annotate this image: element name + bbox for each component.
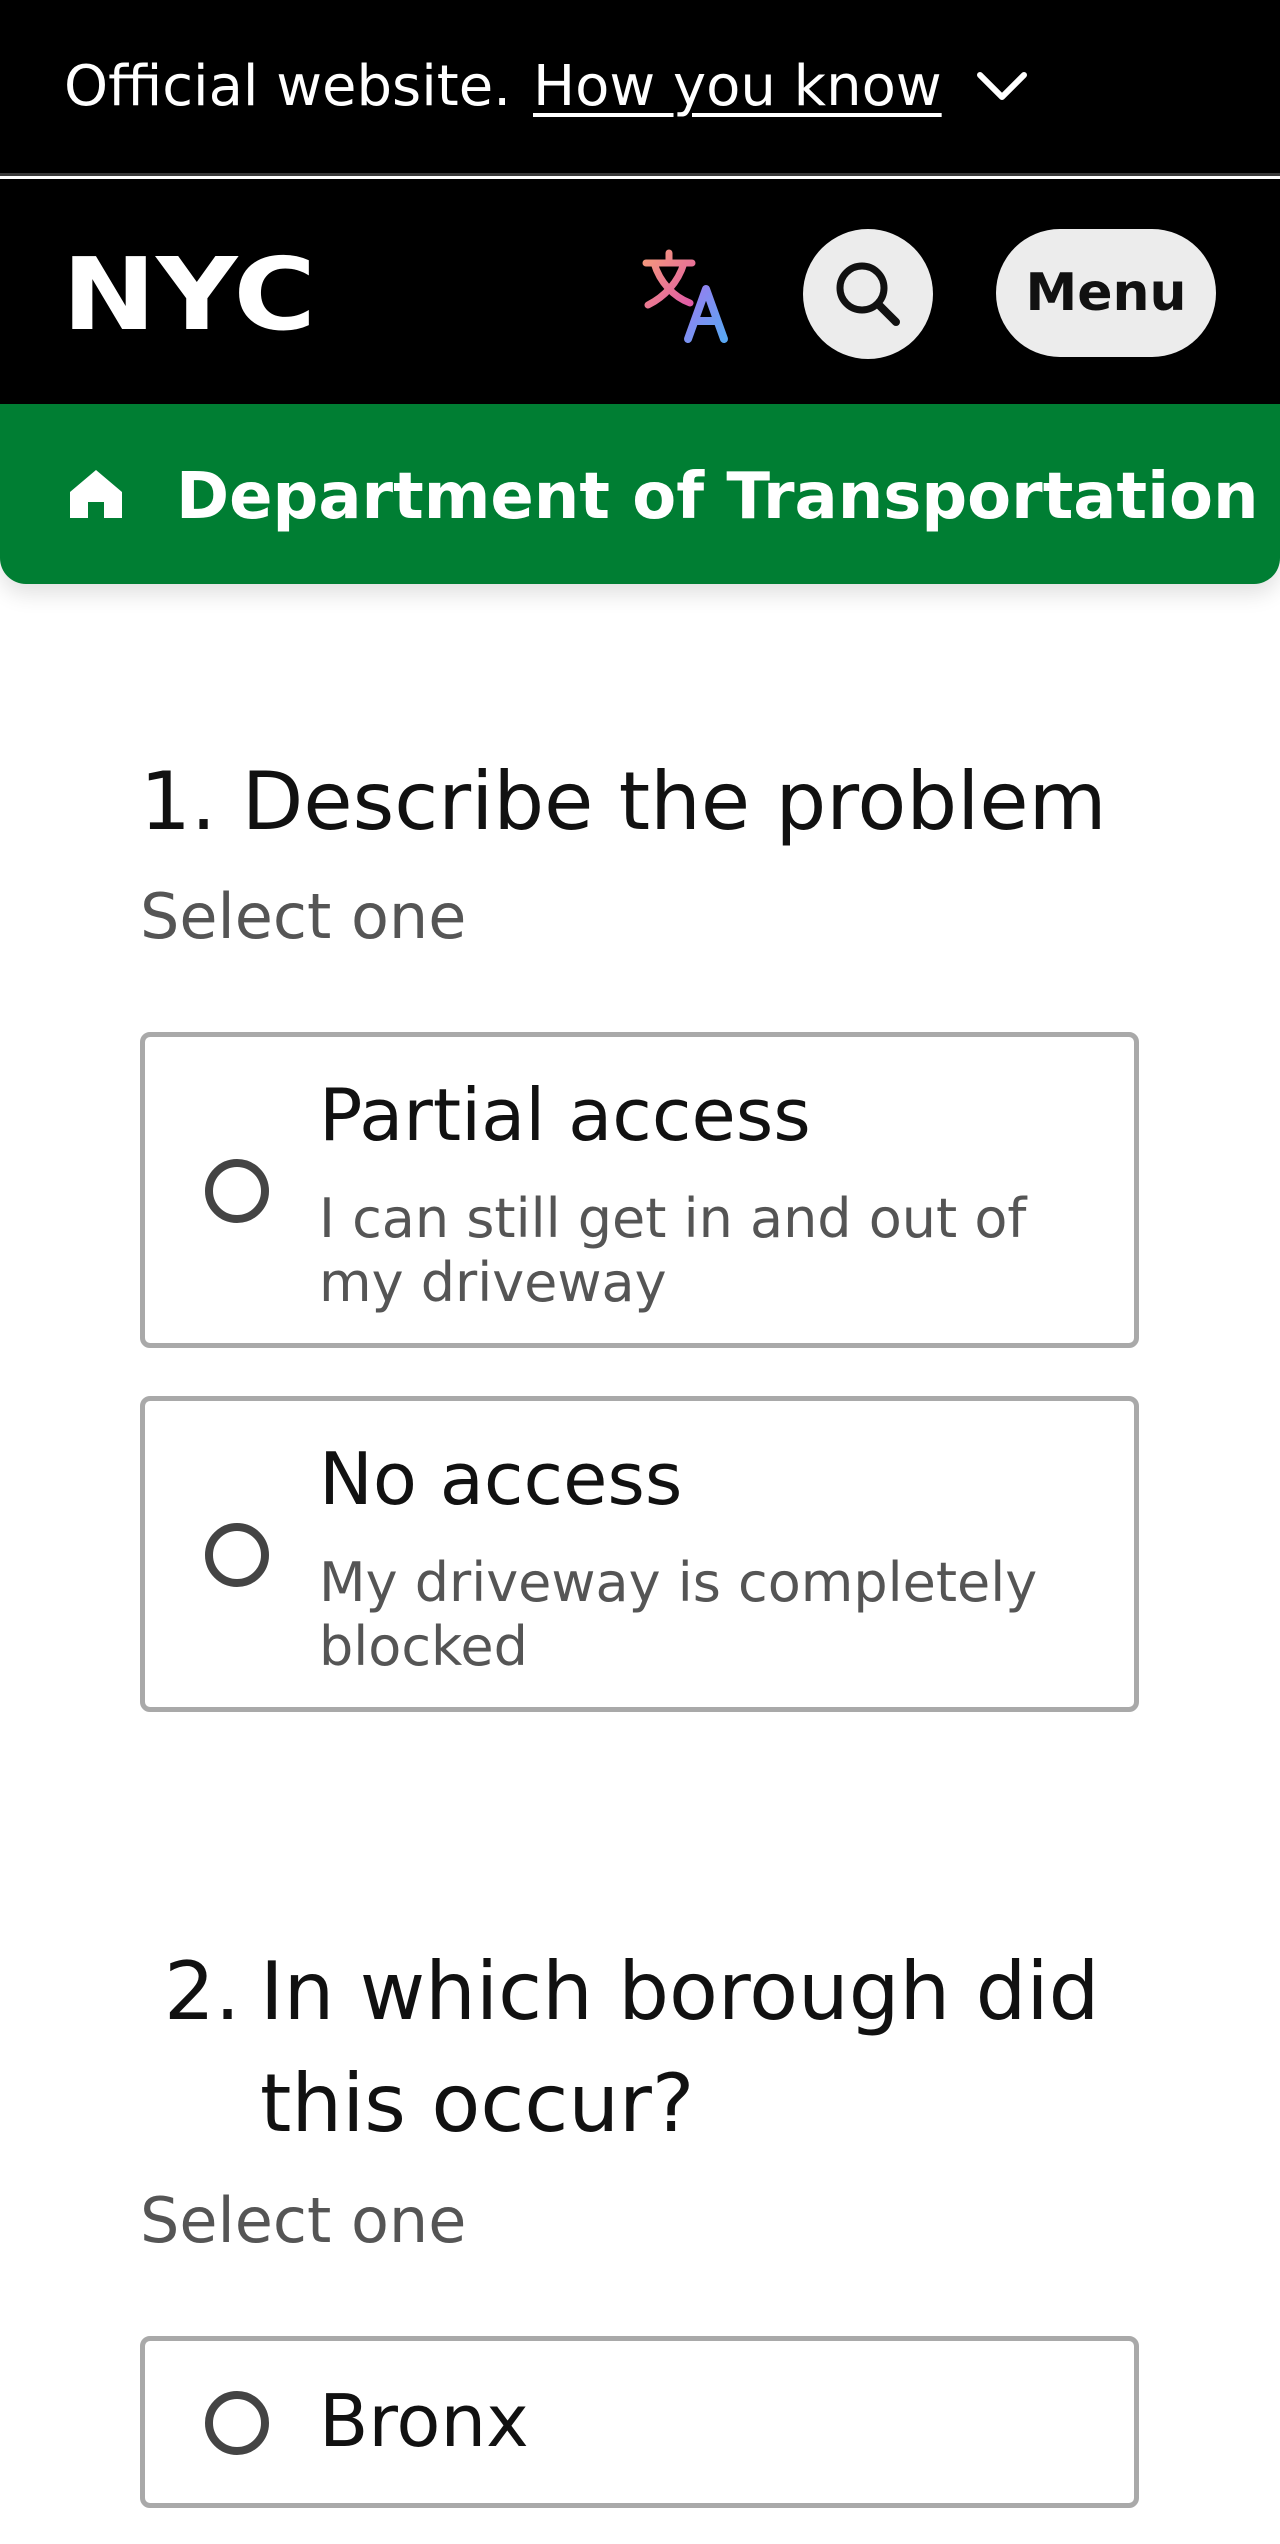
site-header: NYC Menu (0, 179, 1280, 404)
how-you-know-link[interactable]: How you know (533, 54, 942, 119)
option-bronx[interactable]: Bronx (140, 2336, 1139, 2508)
official-website-banner: Official website. How you know (0, 0, 1280, 176)
chevron-down-icon[interactable] (972, 57, 1032, 117)
translate-icon[interactable] (640, 245, 740, 345)
search-icon (836, 262, 900, 326)
department-title-link[interactable]: Department of Transportation (176, 460, 1259, 534)
question-2-number: 2. (164, 1945, 241, 2038)
question-2-title: In which borough did this occur? (260, 1945, 1100, 2150)
radio-button[interactable] (205, 1523, 269, 1587)
how-you-know-label: How you know (533, 54, 942, 119)
option-description: I can still get in and out of my drivewa… (319, 1187, 1027, 1314)
menu-button[interactable]: Menu (996, 229, 1216, 357)
option-partial-access[interactable]: Partial access I can still get in and ou… (140, 1032, 1139, 1348)
menu-button-label: Menu (1025, 263, 1187, 323)
option-label: Partial access (319, 1073, 811, 1157)
radio-button[interactable] (205, 2391, 269, 2455)
question-1-hint: Select one (140, 880, 467, 953)
svg-text:NYC: NYC (62, 251, 316, 335)
option-label: Bronx (319, 2379, 529, 2463)
department-bar: Department of Transportation (0, 404, 1280, 584)
nyc-logo[interactable]: NYC (62, 251, 318, 335)
question-2-hint: Select one (140, 2184, 467, 2257)
official-website-text: Official website. (64, 54, 511, 119)
question-1-title: 1. Describe the problem (140, 755, 1107, 848)
home-icon[interactable] (66, 464, 126, 524)
option-label: No access (319, 1437, 683, 1521)
search-button[interactable] (803, 229, 933, 359)
option-description: My driveway is completely blocked (319, 1551, 1038, 1678)
radio-button[interactable] (205, 1159, 269, 1223)
option-no-access[interactable]: No access My driveway is completely bloc… (140, 1396, 1139, 1712)
